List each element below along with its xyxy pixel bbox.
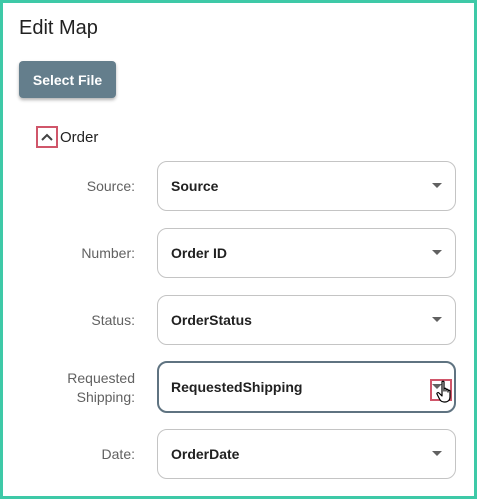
date-label: Date: <box>101 446 135 462</box>
source-value: Source <box>171 178 219 194</box>
requested-shipping-dropdown[interactable]: RequestedShipping <box>157 361 456 413</box>
hand-cursor-icon <box>436 380 451 403</box>
status-dropdown[interactable]: OrderStatus <box>157 295 456 345</box>
section-label: Order <box>60 128 99 146</box>
number-dropdown[interactable]: Order ID <box>157 228 456 278</box>
caret-down-icon[interactable] <box>432 451 442 456</box>
status-label: Status: <box>91 312 135 328</box>
date-dropdown[interactable]: OrderDate <box>157 429 456 479</box>
order-section-header[interactable]: Order <box>36 125 98 149</box>
date-value: OrderDate <box>171 446 240 462</box>
page-title: Edit Map <box>19 17 98 39</box>
edit-map-panel: Edit Map Select File Order Source: Sourc… <box>0 0 477 499</box>
collapse-toggle-button[interactable] <box>36 126 58 148</box>
chevron-up-icon <box>41 133 53 141</box>
caret-down-icon[interactable] <box>432 250 442 255</box>
caret-down-icon[interactable] <box>432 183 442 188</box>
select-file-button[interactable]: Select File <box>19 61 116 98</box>
caret-down-icon[interactable] <box>432 317 442 322</box>
status-value: OrderStatus <box>171 312 252 328</box>
source-label: Source: <box>86 178 135 194</box>
number-label: Number: <box>81 245 135 261</box>
requested-shipping-label: Requested Shipping: <box>67 370 135 405</box>
requested-shipping-value: RequestedShipping <box>171 379 303 395</box>
source-dropdown[interactable]: Source <box>157 161 456 211</box>
number-value: Order ID <box>171 245 228 261</box>
